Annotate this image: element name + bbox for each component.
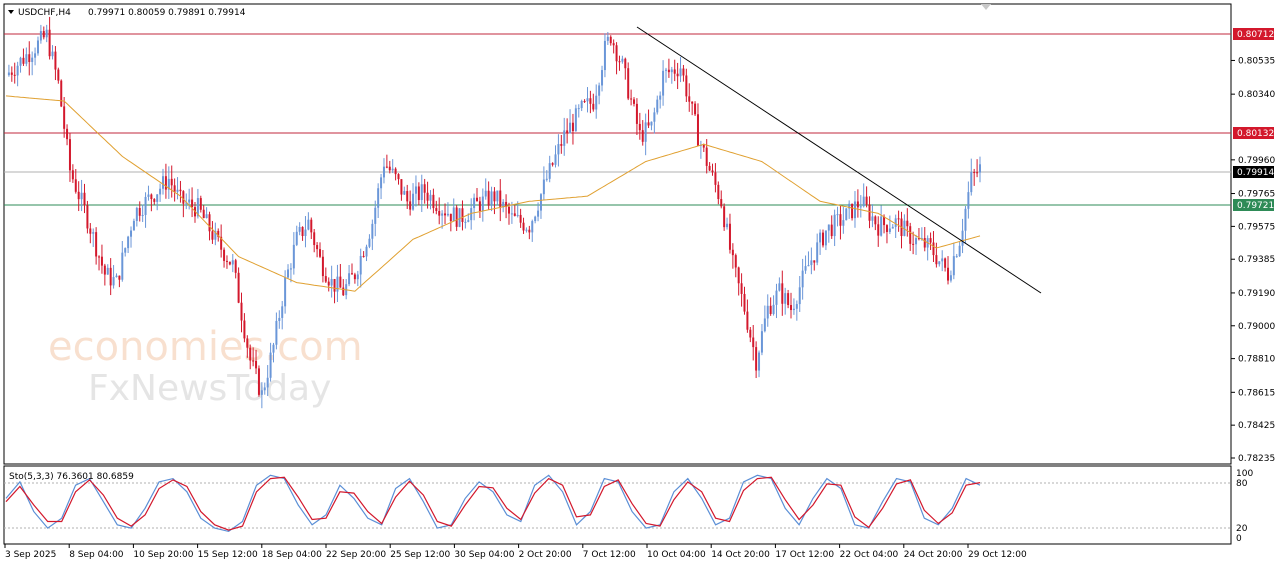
time-tick-label: 18 Sep 04:00 — [262, 550, 322, 560]
price-tick-label: 0.79385 — [1238, 255, 1275, 265]
time-tick-label: 29 Oct 12:00 — [968, 550, 1027, 560]
time-axis: 3 Sep 2025 8 Sep 04:00 10 Sep 20:00 15 Sep … — [4, 544, 1027, 560]
time-tick-label: 10 Oct 04:00 — [647, 550, 706, 560]
time-tick-label: 17 Oct 12:00 — [775, 550, 834, 560]
chart-ohlc: 0.79971 0.80059 0.79891 0.79914 — [88, 8, 246, 18]
stoch-tick-100: 100 — [1236, 469, 1253, 479]
watermark-fxnewstoday: FxNewsToday — [88, 368, 331, 409]
stochastic-panel-frame — [3, 465, 1232, 545]
candle — [723, 203, 726, 231]
watermark-economies: economies.com — [48, 324, 363, 370]
time-tick-label: 8 Sep 04:00 — [69, 550, 124, 560]
candle — [845, 208, 848, 221]
price-tag-current-label: 0.79914 — [1237, 168, 1274, 178]
price-tag-resistance-high: 0.80712 — [1233, 28, 1274, 40]
time-tick-label: 22 Oct 04:00 — [840, 550, 899, 560]
time-tick-label: 14 Oct 20:00 — [711, 550, 770, 560]
candle — [257, 365, 260, 397]
price-tag-current: 0.79914 — [1233, 166, 1274, 178]
time-tick-label: 22 Sep 20:00 — [326, 550, 386, 560]
price-tick-label: 0.78810 — [1238, 355, 1275, 365]
price-tick-label: 0.80535 — [1238, 56, 1275, 66]
candle — [458, 208, 461, 228]
stochastic-title: Sto(5,3,3) 76.3601 80.6859 — [9, 472, 134, 482]
stoch-tick-80: 80 — [1236, 479, 1248, 489]
time-tick-label: 7 Oct 12:00 — [583, 550, 636, 560]
price-tick-label: 0.79190 — [1238, 289, 1275, 299]
price-tick-label: 0.80340 — [1238, 90, 1275, 100]
time-tick-label: 2 Oct 20:00 — [519, 550, 572, 560]
price-tag-support-label: 0.79721 — [1237, 201, 1274, 211]
watermark: economies.com FxNewsToday — [48, 324, 363, 409]
price-tag-resistance: 0.80132 — [1233, 127, 1274, 139]
price-tick-label: 0.78615 — [1238, 388, 1275, 398]
chart-window: { "header": { "symbol": "USDCHF,H4", "oh… — [0, 0, 1280, 567]
price-axis: 0.80535 0.80340 0.79960 0.79765 0.79575 0.793… — [1231, 56, 1275, 464]
price-tick-label: 0.79575 — [1238, 222, 1275, 232]
time-tick-label: 3 Sep 2025 — [5, 550, 56, 560]
stoch-tick-0: 0 — [1236, 534, 1242, 544]
chart-symbol: USDCHF,H4 — [18, 8, 71, 18]
price-tick-label: 0.79000 — [1238, 322, 1275, 332]
time-tick-label: 24 Oct 20:00 — [904, 550, 963, 560]
time-tick-label: 25 Sep 12:00 — [390, 550, 450, 560]
price-tag-resistance-high-label: 0.80712 — [1237, 30, 1274, 40]
time-tick-label: 30 Sep 04:00 — [454, 550, 514, 560]
time-tick-label: 15 Sep 12:00 — [198, 550, 258, 560]
price-tag-support: 0.79721 — [1233, 199, 1274, 211]
candle — [60, 79, 63, 108]
price-tag-resistance-label: 0.80132 — [1237, 129, 1274, 139]
time-tick-label: 10 Sep 20:00 — [133, 550, 193, 560]
stochastic-panel — [3, 465, 1232, 545]
stoch-tick-20: 20 — [1236, 524, 1248, 534]
chart-canvas: economies.com FxNewsToday USDCHF,H4 0.79… — [3, 3, 1275, 560]
candle — [851, 203, 854, 221]
price-tick-label: 0.79765 — [1238, 190, 1275, 200]
candle — [574, 104, 577, 132]
price-tick-label: 0.78425 — [1238, 421, 1275, 431]
price-tick-label: 0.78235 — [1238, 454, 1275, 464]
price-tick-label: 0.79960 — [1238, 156, 1275, 166]
